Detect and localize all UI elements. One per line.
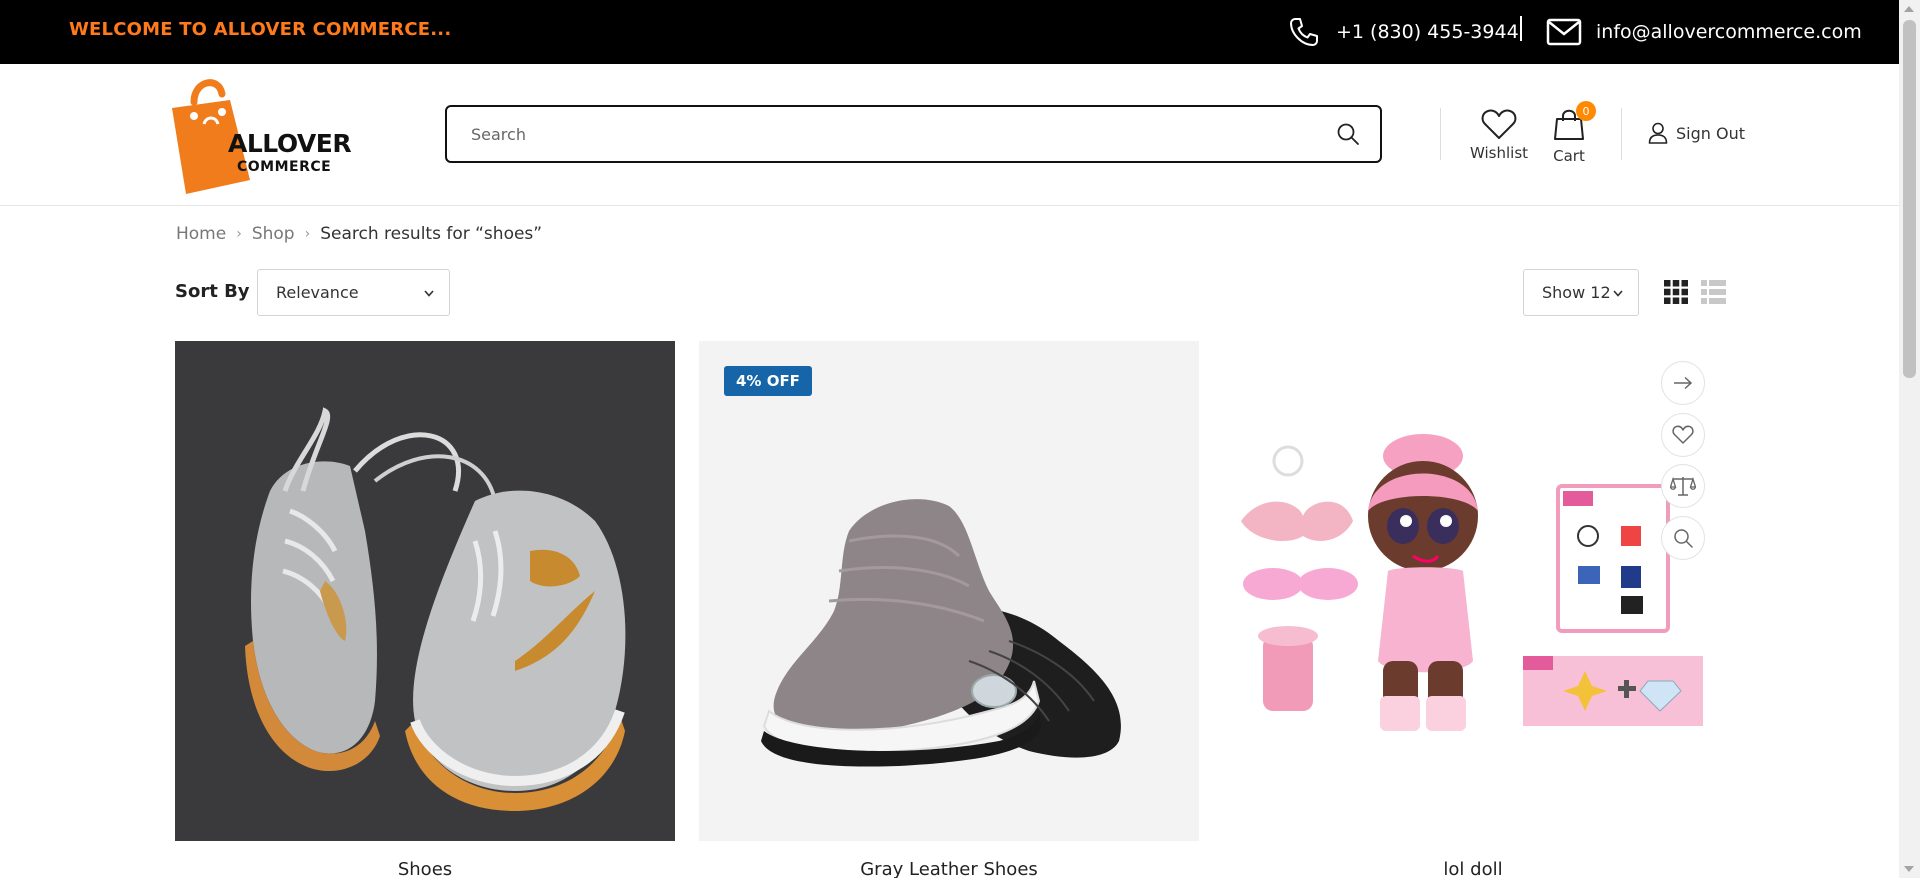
product-quick-actions	[1661, 361, 1705, 567]
scroll-up-arrow[interactable]	[1904, 6, 1914, 12]
sort-select[interactable]: Relevance	[257, 269, 450, 316]
search-box	[445, 105, 1382, 163]
product-image[interactable]: 4% OFF	[699, 341, 1199, 841]
sign-out-button[interactable]: Sign Out	[1648, 122, 1745, 144]
gray-shoes-photo	[699, 341, 1199, 841]
user-icon	[1648, 122, 1668, 144]
phone-icon	[1290, 18, 1318, 46]
mail-icon	[1546, 18, 1582, 46]
scroll-down-arrow[interactable]	[1904, 866, 1914, 872]
sort-select-value: Relevance	[276, 283, 359, 302]
breadcrumb-shop[interactable]: Shop	[252, 224, 295, 244]
list-view-icon[interactable]	[1701, 280, 1726, 304]
show-count-select[interactable]: Show 12	[1523, 269, 1639, 316]
breadcrumb: Home › Shop › Search results for “shoes”	[176, 224, 542, 244]
scrollbar-thumb[interactable]	[1903, 20, 1916, 378]
compare-icon	[1670, 476, 1696, 496]
page-scrollbar[interactable]	[1899, 0, 1920, 878]
topbar-divider	[1520, 16, 1522, 41]
cart-button[interactable]: 0 Cart	[1552, 101, 1596, 165]
product-card[interactable]: 4% OFF Gray Leather Shoes	[699, 341, 1199, 878]
breadcrumb-home[interactable]: Home	[176, 224, 226, 244]
heart-icon	[1672, 425, 1694, 444]
cart-count-badge: 0	[1576, 101, 1596, 121]
product-image[interactable]	[1223, 341, 1723, 841]
sort-by-label: Sort By :	[175, 281, 263, 302]
product-name[interactable]: lol doll	[1223, 859, 1723, 878]
heart-icon	[1481, 109, 1517, 139]
product-name[interactable]: Shoes	[175, 859, 675, 878]
zoom-icon	[1674, 528, 1693, 548]
top-bar: WELCOME TO ALLOVER COMMERCE... +1 (830) …	[0, 0, 1899, 64]
breadcrumb-separator: ›	[304, 226, 311, 242]
logo-text-primary: ALLOVER	[228, 129, 352, 158]
quick-view-button[interactable]	[1661, 515, 1705, 560]
show-count-value: Show 12	[1542, 283, 1611, 302]
breadcrumb-current: Search results for “shoes”	[320, 224, 543, 244]
sign-out-label: Sign Out	[1676, 123, 1745, 143]
view-product-button[interactable]	[1661, 361, 1705, 405]
discount-badge: 4% OFF	[724, 366, 812, 396]
breadcrumb-separator: ›	[236, 226, 242, 242]
product-image[interactable]	[175, 341, 675, 841]
phone-contact[interactable]: +1 (830) 455-3944	[1288, 12, 1519, 52]
chevron-down-icon	[1613, 289, 1623, 297]
email-contact[interactable]: info@allovercommerce.com	[1546, 12, 1862, 52]
phone-number[interactable]: +1 (830) 455-3944	[1336, 21, 1519, 43]
site-logo[interactable]: ALLOVER COMMERCE	[164, 72, 352, 194]
welcome-text: WELCOME TO ALLOVER COMMERCE...	[69, 19, 452, 40]
logo-text-secondary: COMMERCE	[237, 159, 332, 175]
cart-label: Cart	[1553, 147, 1585, 165]
compare-button[interactable]	[1661, 464, 1705, 508]
search-input[interactable]	[471, 107, 1311, 161]
product-card[interactable]: Shoes	[175, 341, 675, 878]
product-card[interactable]: lol doll	[1223, 341, 1723, 878]
wishlist-label: Wishlist	[1470, 144, 1529, 162]
sneaker-photo	[175, 341, 675, 841]
header-divider	[1621, 108, 1622, 160]
arrow-right-icon	[1674, 376, 1693, 390]
search-icon[interactable]	[1336, 122, 1360, 146]
wishlist-button[interactable]: Wishlist	[1470, 108, 1528, 162]
product-name[interactable]: Gray Leather Shoes	[699, 859, 1199, 878]
email-address[interactable]: info@allovercommerce.com	[1596, 21, 1862, 43]
lol-doll-photo	[1223, 341, 1723, 841]
add-to-wishlist-button[interactable]	[1661, 412, 1705, 457]
chevron-down-icon	[424, 289, 434, 297]
grid-view-icon[interactable]	[1664, 280, 1688, 304]
main-header: ALLOVER COMMERCE Wishlist 0 Cart	[0, 64, 1899, 206]
header-divider	[1440, 108, 1441, 160]
